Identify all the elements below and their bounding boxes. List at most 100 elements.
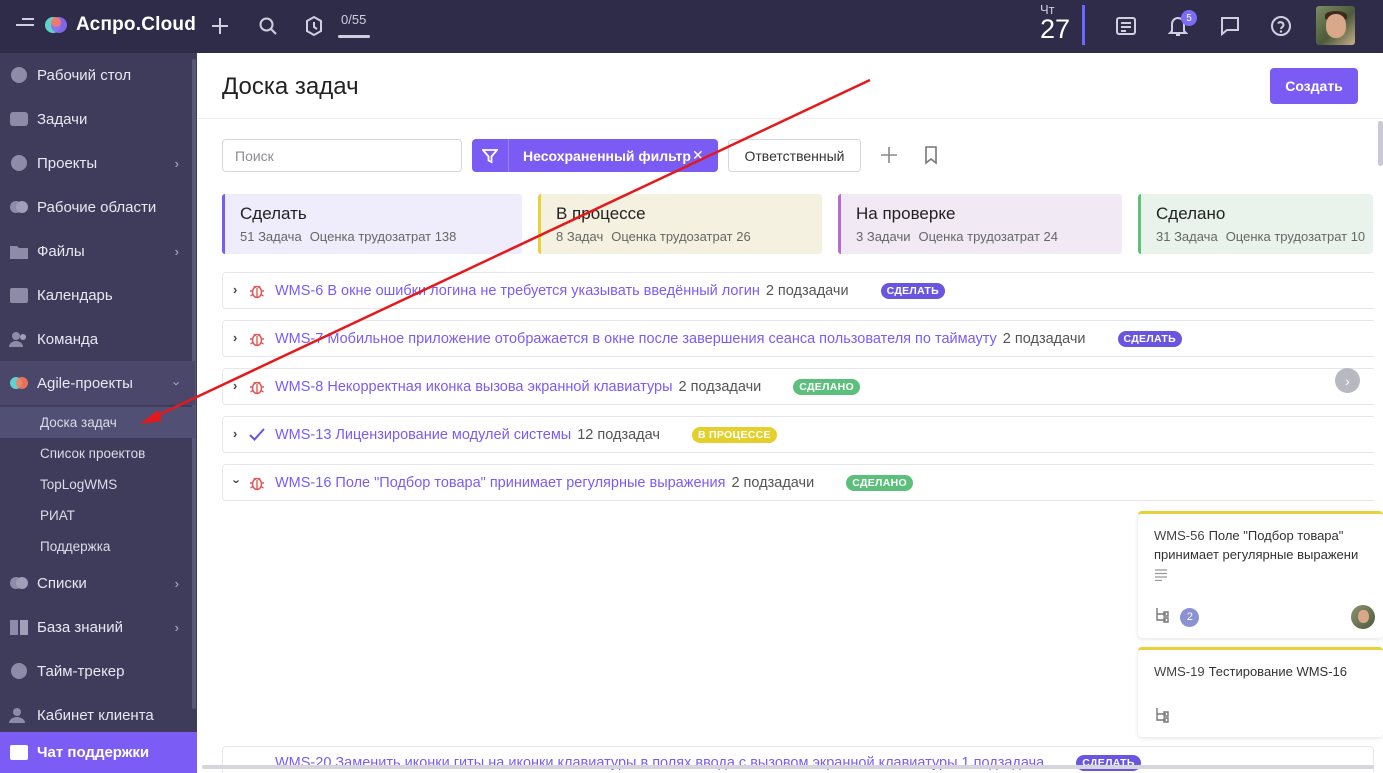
chevron-right-icon[interactable]: › <box>233 426 237 441</box>
column-title: В процессе <box>556 204 646 223</box>
subtask-count: 2 <box>1180 608 1200 627</box>
top-bar: Аспро.Cloud 0/55 Чт 27 5 <box>0 0 1383 53</box>
date-widget[interactable]: Чт 27 <box>1040 2 1070 45</box>
lists-icon <box>9 574 29 592</box>
sidebar-item-projects[interactable]: Проекты › <box>0 141 195 185</box>
sidebar-item-client[interactable]: Кабинет клиента <box>0 693 195 737</box>
sidebar-item-tasks[interactable]: Задачи <box>0 97 195 141</box>
sidebar-sub-support[interactable]: Поддержка <box>0 531 195 562</box>
sidebar-item-agile[interactable]: Agile-проекты › <box>0 361 195 405</box>
bug-icon <box>249 282 265 299</box>
task-title[interactable]: WMS-8 Некорректная иконка вызова экранно… <box>275 379 861 395</box>
sidebar-item-label: Рабочие области <box>37 198 157 216</box>
status-badge: СДЕЛАНО <box>793 379 861 395</box>
chevron-right-icon[interactable]: › <box>233 330 237 345</box>
menu-icon[interactable] <box>16 18 34 32</box>
timetracker-icon <box>9 662 29 680</box>
sidebar: Рабочий стол Задачи Проекты › Рабочие об… <box>0 53 197 773</box>
sidebar-item-desktop[interactable]: Рабочий стол <box>0 53 195 97</box>
search-input[interactable] <box>222 139 462 172</box>
chevron-right-icon: › <box>174 244 179 259</box>
column-meta: 31 Задача Оценка трудозатрат 10 <box>1156 229 1366 244</box>
sidebar-item-knowledge[interactable]: База знаний › <box>0 605 195 649</box>
add-icon[interactable] <box>206 12 234 40</box>
chevron-right-icon[interactable]: › <box>233 282 237 297</box>
main-scrollbar[interactable] <box>1378 121 1383 166</box>
sidebar-sub-task-board[interactable]: Доска задач <box>0 407 195 438</box>
bug-icon <box>249 330 265 347</box>
sidebar-sub-riat[interactable]: РИАТ <box>0 500 195 531</box>
notes-icon[interactable] <box>1112 12 1140 40</box>
description-icon <box>1154 568 1168 586</box>
add-filter-icon[interactable] <box>875 141 903 169</box>
task-title[interactable]: WMS-16 Поле "Подбор товара" принимает ре… <box>275 475 913 491</box>
scroll-right-button[interactable]: › <box>1335 368 1360 393</box>
column-todo[interactable]: Сделать 51 Задача Оценка трудозатрат 138 <box>222 194 522 254</box>
status-badge: СДЕЛАНО <box>846 475 913 491</box>
sidebar-sub-toplogwms[interactable]: TopLogWMS <box>0 469 195 500</box>
column-review[interactable]: На проверке 3 Задачи Оценка трудозатрат 2… <box>838 194 1122 254</box>
projects-icon <box>9 154 29 172</box>
task-title[interactable]: WMS-13 Лицензирование модулей системы 12 … <box>275 427 777 443</box>
sidebar-item-workspaces[interactable]: Рабочие области <box>0 185 195 229</box>
subtask-meta: 2 <box>1154 607 1200 628</box>
column-in-progress[interactable]: В процессе 8 Задач Оценка трудозатрат 26 <box>538 194 822 254</box>
task-row[interactable]: › WMS-7 Мобильное приложение отображаетс… <box>222 320 1374 357</box>
chat-icon[interactable] <box>1216 12 1244 40</box>
subtasks-icon <box>1156 608 1169 623</box>
bookmark-icon[interactable] <box>919 143 943 167</box>
timer-icon[interactable] <box>300 12 328 40</box>
logo[interactable]: Аспро.Cloud <box>44 14 196 36</box>
column-done[interactable]: Сделано 31 Задача Оценка трудозатрат 10 <box>1138 194 1373 254</box>
filter-button[interactable]: Несохраненный фильтр ✕ <box>472 139 718 172</box>
desktop-icon <box>9 66 29 84</box>
sidebar-item-label: Задачи <box>37 110 88 128</box>
sidebar-item-label: Списки <box>37 574 87 592</box>
column-meta: 8 Задач Оценка трудозатрат 26 <box>556 229 751 244</box>
task-row[interactable]: › WMS-16 Поле "Подбор товара" принимает … <box>222 464 1374 501</box>
clear-filter-icon[interactable]: ✕ <box>692 147 704 164</box>
chevron-right-icon[interactable]: › <box>233 378 237 393</box>
task-title[interactable]: WMS-6 В окне ошибки логина не требуется … <box>275 283 945 299</box>
create-button[interactable]: Создать <box>1270 68 1358 104</box>
logo-icon <box>44 14 70 36</box>
sidebar-item-label: Файлы <box>37 242 85 260</box>
subtask-card[interactable]: WMS-56 Поле "Подбор товара" принимает рег… <box>1138 511 1383 638</box>
task-title[interactable]: WMS-7 Мобильное приложение отображается … <box>275 331 1182 347</box>
subtask-card[interactable]: WMS-19 Тестирование WMS-16 <box>1138 647 1383 737</box>
column-title: Сделано <box>1156 204 1226 223</box>
sidebar-item-lists[interactable]: Списки › <box>0 561 195 605</box>
chat-support-label: Чат поддержки <box>37 744 150 761</box>
progress-counter[interactable]: 0/55 <box>341 12 366 27</box>
user-avatar[interactable] <box>1316 6 1355 45</box>
chevron-right-icon: › <box>174 576 179 591</box>
task-row[interactable]: › WMS-13 Лицензирование модулей системы 1… <box>222 416 1374 453</box>
horizontal-scrollbar[interactable] <box>202 765 1374 769</box>
notifications-badge: 5 <box>1181 10 1197 26</box>
sidebar-item-timetracker[interactable]: Тайм-трекер <box>0 649 195 693</box>
task-row[interactable]: › WMS-8 Некорректная иконка вызова экран… <box>222 368 1374 405</box>
responsible-filter[interactable]: Ответственный <box>728 139 861 172</box>
chevron-right-icon: › <box>174 156 179 171</box>
subtask-meta <box>1154 707 1170 728</box>
sidebar-item-calendar[interactable]: Календарь <box>0 273 195 317</box>
help-icon[interactable] <box>1267 12 1295 40</box>
search-icon[interactable] <box>254 12 282 40</box>
sidebar-item-files[interactable]: Файлы › <box>0 229 195 273</box>
bug-icon <box>249 474 265 491</box>
chat-support-button[interactable]: Чат поддержки <box>0 732 197 773</box>
column-title: На проверке <box>856 204 956 223</box>
workspaces-icon <box>9 198 29 216</box>
sidebar-sub-project-list[interactable]: Список проектов <box>0 438 195 469</box>
assignee-avatar[interactable] <box>1351 605 1375 629</box>
subtasks-icon <box>1156 708 1169 723</box>
filter-icon <box>472 139 509 172</box>
status-badge: СДЕЛАТЬ <box>880 283 945 299</box>
sidebar-item-label: Команда <box>37 330 99 348</box>
sidebar-item-label: Проекты <box>37 154 98 172</box>
page-title: Доска задач <box>222 73 359 100</box>
subtask-text: WMS-56 Поле "Подбор товара" принимает рег… <box>1154 528 1359 562</box>
sidebar-item-team[interactable]: Команда <box>0 317 195 361</box>
chevron-down-icon[interactable]: › <box>230 479 245 483</box>
task-row[interactable]: › WMS-6 В окне ошибки логина не требуетс… <box>222 272 1374 309</box>
